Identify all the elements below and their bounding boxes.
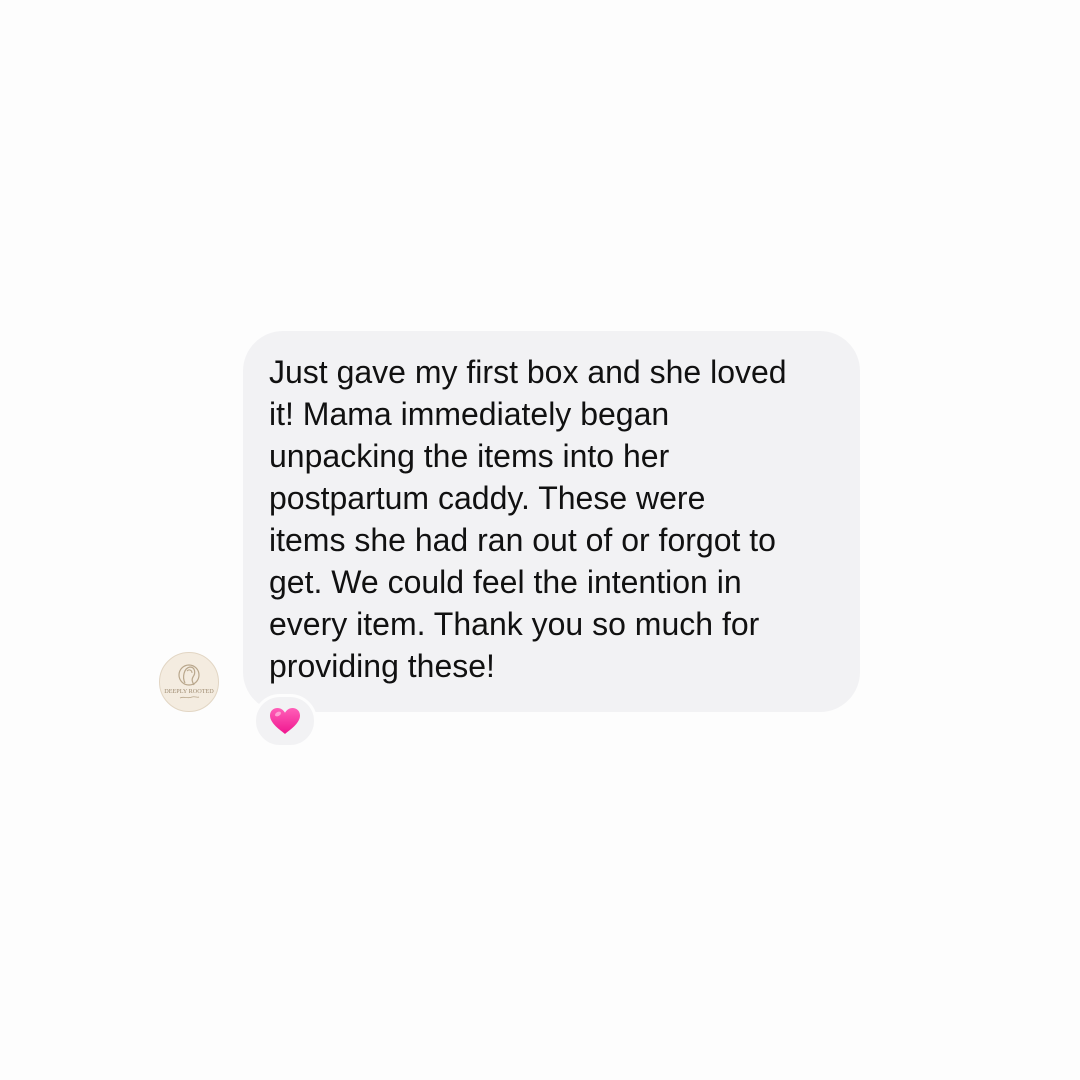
message-text: Just gave my first box and she loved it!… bbox=[269, 351, 830, 687]
avatar-logo-text: DEEPLY ROOTED bbox=[164, 688, 214, 695]
message-line: postpartum caddy. These were bbox=[269, 480, 706, 516]
message-bubble[interactable]: Just gave my first box and she loved it!… bbox=[243, 331, 860, 712]
message-line: it! Mama immediately began bbox=[269, 396, 670, 432]
message-line: get. We could feel the intention in bbox=[269, 564, 742, 600]
heart-reaction[interactable] bbox=[253, 694, 317, 748]
sender-avatar[interactable]: DEEPLY ROOTED bbox=[159, 652, 219, 712]
message-line: unpacking the items into her bbox=[269, 438, 670, 474]
woman-profile-logo-icon: DEEPLY ROOTED bbox=[164, 664, 214, 699]
message-line: items she had ran out of or forgot to bbox=[269, 522, 776, 558]
message-line: Just gave my first box and she loved bbox=[269, 354, 787, 390]
pink-heart-icon bbox=[270, 708, 300, 734]
chat-canvas: DEEPLY ROOTED Just gave my first box and… bbox=[0, 0, 1080, 1080]
message-line: every item. Thank you so much for bbox=[269, 606, 760, 642]
message-line: providing these! bbox=[269, 648, 495, 684]
